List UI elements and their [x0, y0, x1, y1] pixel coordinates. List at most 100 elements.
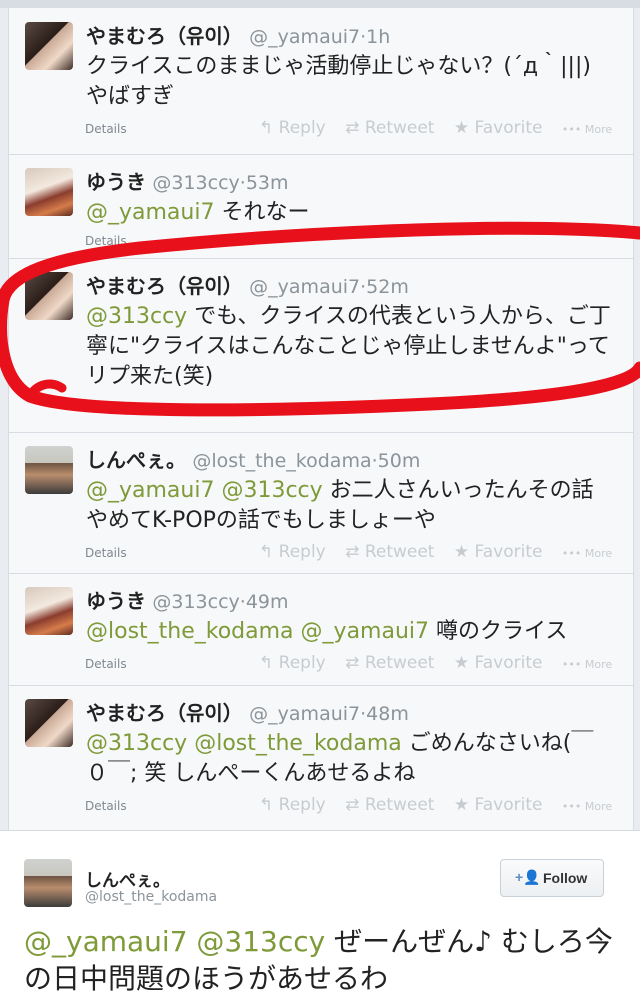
more-button[interactable]: ••• More: [562, 123, 612, 136]
tweet-text-content: クライスこのままじゃ活動停止じゃない？(´д｀|||)やばすぎ: [86, 54, 591, 109]
reply-label: Reply: [278, 118, 326, 138]
tweet-text: @313ccy でも、クライスの代表という人から、ご丁寧に"クライスはこんなこと…: [86, 302, 611, 392]
favorite-label: Favorite: [474, 795, 543, 815]
retweet-button[interactable]: ⇄ Retweet: [345, 118, 434, 138]
favorite-button[interactable]: ★ Favorite: [454, 653, 543, 673]
user-name[interactable]: やまむろ（유이）: [86, 701, 243, 725]
star-icon: ★: [453, 653, 475, 673]
details-link[interactable]: Details: [85, 234, 127, 248]
user-handle[interactable]: @lost_the_kodama: [85, 889, 217, 905]
star-icon: ★: [453, 542, 475, 562]
retweet-button[interactable]: ⇄ Retweet: [345, 795, 434, 815]
details-link[interactable]: Details: [85, 546, 127, 560]
mention-link[interactable]: @lost_the_kodama: [194, 731, 402, 756]
mention-link[interactable]: @313ccy: [86, 304, 187, 329]
tweet-header: ゆうき @313ccy·53m: [86, 166, 289, 195]
reply-button[interactable]: ↰ Reply: [259, 653, 326, 673]
more-icon: •••: [561, 658, 585, 671]
tweet-header: やまむろ（유이） @_yamaui7·1h: [86, 20, 390, 49]
user-handle[interactable]: @_yamaui7: [249, 703, 360, 725]
timestamp[interactable]: 1h: [366, 26, 390, 48]
avatar[interactable]: [25, 272, 73, 320]
timestamp[interactable]: 53m: [246, 172, 289, 194]
reply-icon: ↰: [259, 795, 279, 815]
favorite-button[interactable]: ★ Favorite: [454, 542, 543, 562]
more-button[interactable]: ••• More: [562, 658, 612, 671]
details-link[interactable]: Details: [85, 657, 127, 671]
user-handle[interactable]: @_yamaui7: [249, 276, 360, 298]
tweet-actions: ↰ Reply ⇄ Retweet ★ Favorite ••• More: [259, 795, 612, 815]
reply-button[interactable]: ↰ Reply: [259, 795, 326, 815]
user-name[interactable]: ゆうき: [86, 589, 146, 613]
avatar[interactable]: [24, 859, 72, 907]
mention-link[interactable]: @_yamaui7: [86, 478, 214, 503]
more-button[interactable]: ••• More: [562, 800, 612, 813]
user-handle[interactable]: @lost_the_kodama: [192, 450, 371, 472]
tweet-actions: ↰ Reply ⇄ Retweet ★ Favorite ••• More: [259, 542, 612, 562]
avatar[interactable]: [25, 168, 73, 216]
tweet-item[interactable]: やまむろ（유이） @_yamaui7·52m @313ccy でも、クライスの代…: [9, 258, 633, 433]
avatar[interactable]: [25, 446, 73, 494]
star-icon: ★: [453, 795, 475, 815]
tweet-text-content: それなー: [221, 200, 310, 225]
top-bar: [0, 0, 640, 8]
avatar[interactable]: [25, 22, 73, 70]
details-link[interactable]: Details: [85, 799, 127, 813]
user-handle[interactable]: @313ccy: [152, 591, 239, 613]
timestamp[interactable]: 50m: [378, 450, 421, 472]
tweet-text: @_yamaui7 それなー: [86, 198, 611, 228]
user-name[interactable]: やまむろ（유이）: [86, 274, 243, 298]
more-label: More: [584, 800, 613, 813]
favorite-button[interactable]: ★ Favorite: [454, 118, 543, 138]
star-icon: ★: [453, 118, 475, 138]
tweet-feed: やまむろ（유이） @_yamaui7·1h クライスこのままじゃ活動停止じゃない…: [8, 8, 634, 831]
more-button[interactable]: ••• More: [562, 547, 612, 560]
user-handle[interactable]: @313ccy: [152, 172, 239, 194]
mention-link[interactable]: @_yamaui7: [86, 200, 214, 225]
retweet-label: Retweet: [364, 542, 435, 562]
tweet-text: クライスこのままじゃ活動停止じゃない？(´д｀|||)やばすぎ: [86, 52, 611, 112]
avatar[interactable]: [25, 587, 73, 635]
avatar[interactable]: [25, 699, 73, 747]
tweet-actions: ↰ Reply ⇄ Retweet ★ Favorite ••• More: [259, 653, 612, 673]
reply-button[interactable]: ↰ Reply: [259, 542, 326, 562]
details-link[interactable]: Details: [85, 122, 127, 136]
add-user-icon: +👤: [515, 869, 541, 885]
timestamp[interactable]: 48m: [366, 703, 409, 725]
tweet-item[interactable]: やまむろ（유이） @_yamaui7·1h クライスこのままじゃ活動停止じゃない…: [9, 8, 633, 155]
mention-link[interactable]: @_yamaui7: [301, 619, 429, 644]
tweet-item[interactable]: しんぺぇ。 @lost_the_kodama·50m @_yamaui7 @31…: [9, 432, 633, 574]
user-name[interactable]: しんぺぇ。: [86, 448, 186, 472]
reply-button[interactable]: ↰ Reply: [259, 118, 326, 138]
follow-button[interactable]: +👤 Follow: [500, 859, 604, 897]
timestamp[interactable]: 49m: [246, 591, 289, 613]
user-handle[interactable]: @_yamaui7: [249, 26, 360, 48]
more-icon: •••: [561, 123, 585, 136]
tweet-item[interactable]: ゆうき @313ccy·49m @lost_the_kodama @_yamau…: [9, 573, 633, 686]
reply-icon: ↰: [259, 542, 279, 562]
reply-label: Reply: [278, 542, 326, 562]
mention-link[interactable]: @313ccy: [221, 478, 322, 503]
tweet-text-content: 噂のクライス: [436, 619, 568, 644]
tweet-item[interactable]: ゆうき @313ccy·53m @_yamaui7 それなー Details: [9, 154, 633, 259]
reply-label: Reply: [278, 653, 326, 673]
mention-link[interactable]: @313ccy: [86, 731, 187, 756]
mention-link[interactable]: @_yamaui7: [24, 925, 188, 958]
tweet-text: @lost_the_kodama @_yamaui7 噂のクライス: [86, 617, 611, 647]
favorite-button[interactable]: ★ Favorite: [454, 795, 543, 815]
mention-link[interactable]: @lost_the_kodama: [86, 619, 294, 644]
retweet-button[interactable]: ⇄ Retweet: [345, 653, 434, 673]
more-label: More: [584, 658, 613, 671]
user-name[interactable]: やまむろ（유이）: [86, 24, 243, 48]
tweet-header: ゆうき @313ccy·49m: [86, 585, 289, 614]
favorite-label: Favorite: [474, 542, 543, 562]
timestamp[interactable]: 52m: [366, 276, 409, 298]
tweet-item[interactable]: やまむろ（유이） @_yamaui7·48m @313ccy @lost_the…: [9, 685, 633, 829]
user-name[interactable]: しんぺぇ。: [85, 866, 170, 891]
user-name[interactable]: ゆうき: [86, 170, 146, 194]
reply-icon: ↰: [259, 118, 279, 138]
retweet-icon: ⇄: [345, 653, 365, 673]
tweet-header: やまむろ（유이） @_yamaui7·52m: [86, 270, 409, 299]
retweet-button[interactable]: ⇄ Retweet: [345, 542, 434, 562]
mention-link[interactable]: @313ccy: [196, 925, 325, 958]
